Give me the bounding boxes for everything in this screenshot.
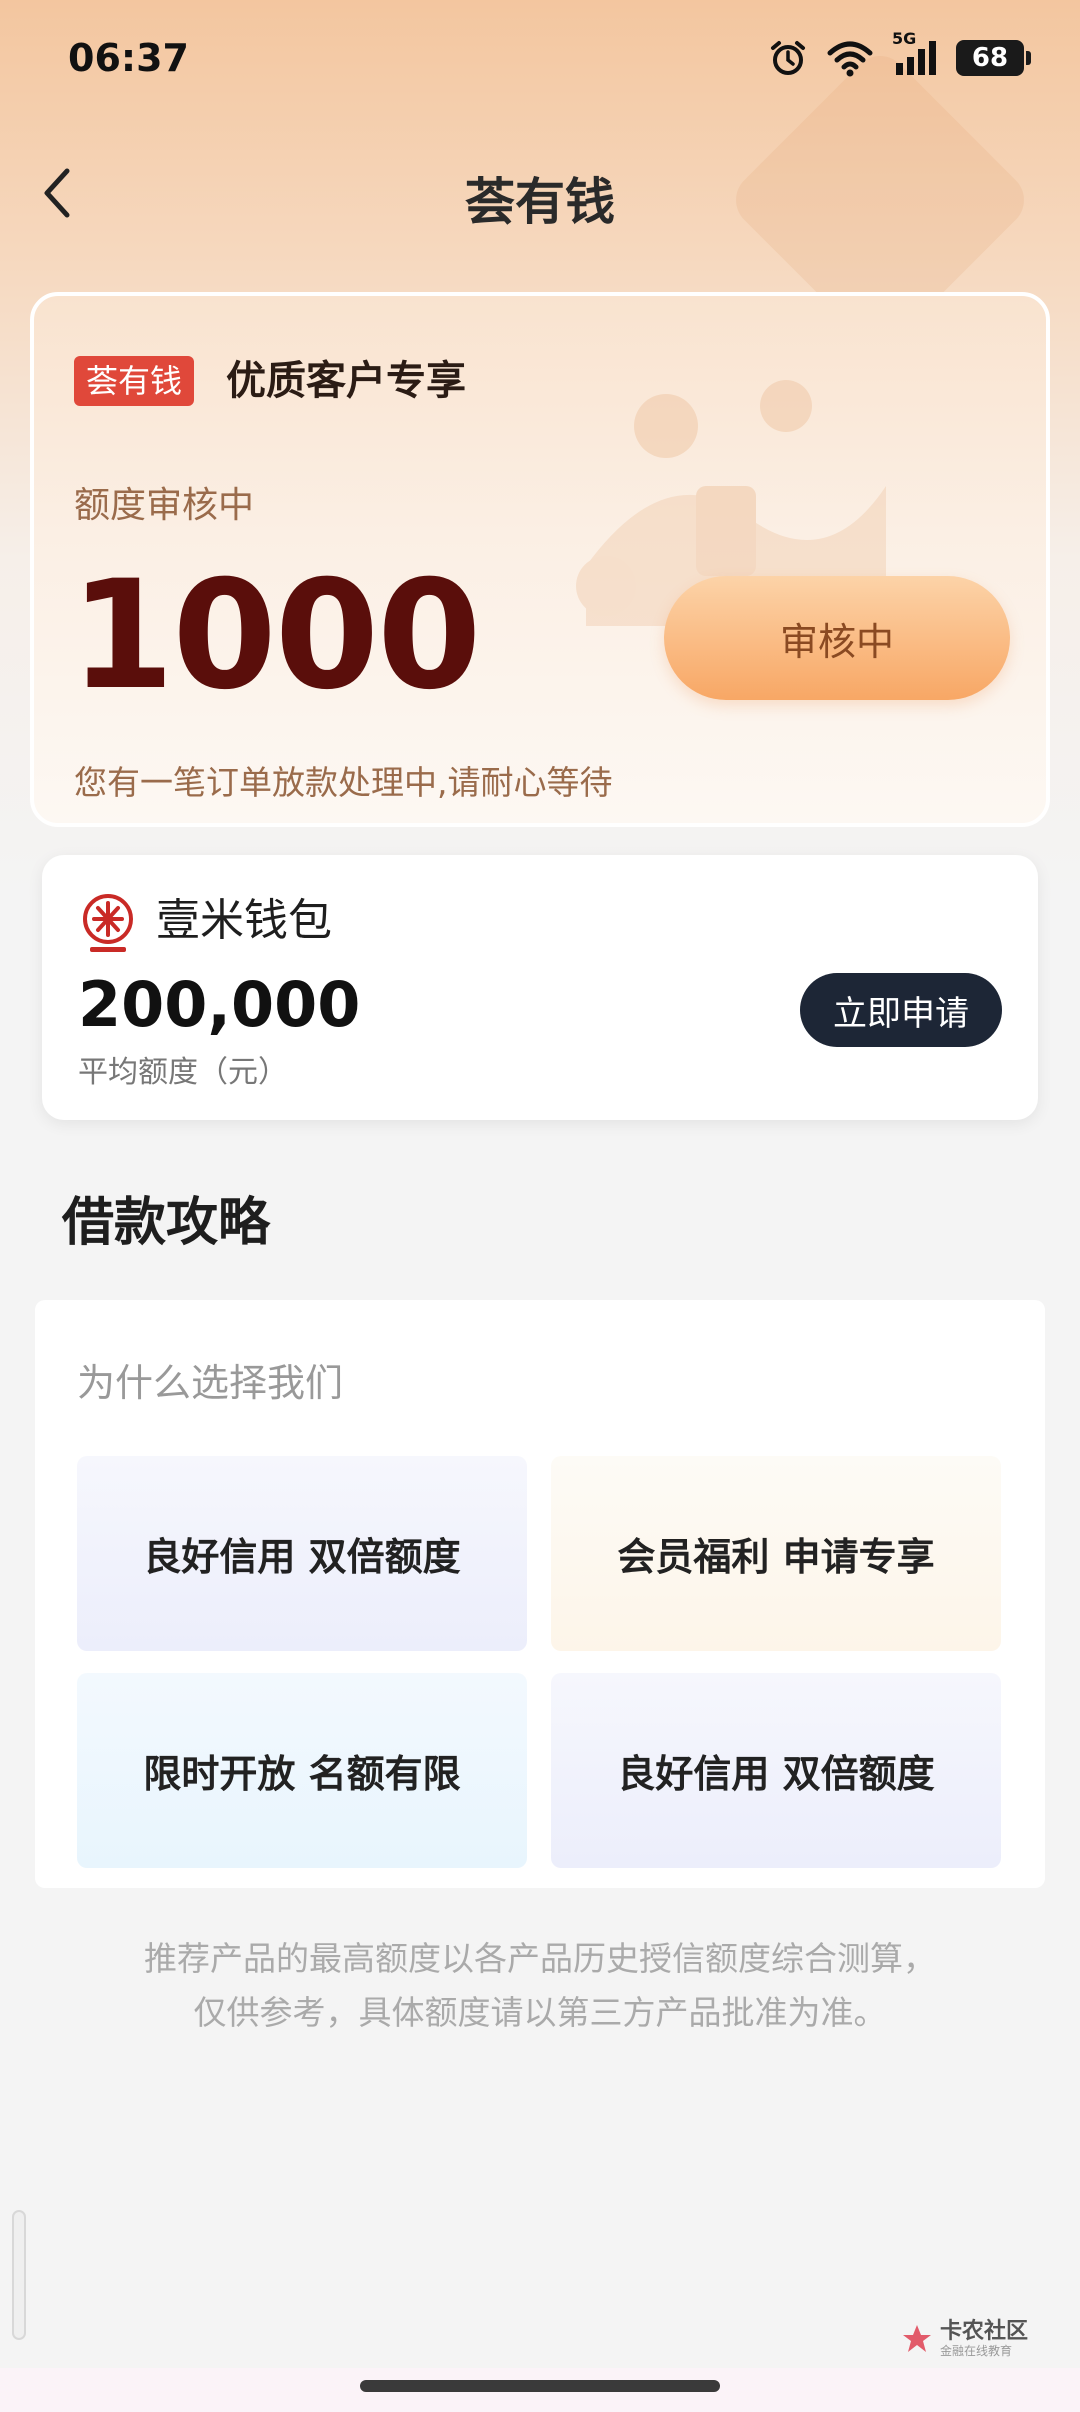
feature-card[interactable]: 会员福利 申请专享 — [551, 1456, 1001, 1651]
signal-icon: 5G — [892, 29, 938, 77]
product-name: 壹米钱包 — [156, 895, 332, 946]
product-amount-label: 平均额度（元） — [78, 1055, 288, 1090]
page-title: 荟有钱 — [465, 173, 615, 231]
watermark-logo-icon — [903, 2325, 931, 2352]
product-logo-icon — [83, 894, 133, 952]
battery-level: 68 — [971, 43, 1009, 73]
feature-card[interactable]: 良好信用 双倍额度 — [551, 1673, 1001, 1868]
status-icons: 5G 68 — [768, 29, 1031, 78]
product-amount: 200,000 — [78, 968, 361, 1041]
credit-status-label: 额度审核中 — [74, 485, 255, 526]
status-time: 06:37 — [68, 36, 189, 80]
home-indicator[interactable] — [360, 2380, 720, 2392]
feature-card[interactable]: 限时开放 名额有限 — [77, 1673, 527, 1868]
section-title: 借款攻略 — [62, 1193, 271, 1253]
wifi-icon — [826, 39, 874, 77]
disclaimer-line: 仅供参考，具体额度请以第三方产品批准为准。 — [193, 1993, 887, 2032]
edge-handle[interactable] — [12, 2210, 26, 2340]
credit-status-card: 荟有钱 优质客户专享 额度审核中 1000 审核中 您有一笔订单放款处理中,请耐… — [30, 292, 1050, 827]
credit-amount: 1000 — [70, 549, 481, 723]
feature-card[interactable]: 良好信用 双倍额度 — [77, 1456, 527, 1651]
apply-now-button[interactable]: 立即申请 — [800, 973, 1002, 1047]
pending-note: 您有一笔订单放款处理中,请耐心等待 — [74, 763, 613, 802]
product-card[interactable]: 壹米钱包 200,000 平均额度（元） 立即申请 — [42, 855, 1038, 1120]
why-title: 为什么选择我们 — [77, 1361, 344, 1405]
alarm-icon — [768, 38, 808, 78]
why-choose-panel: 为什么选择我们 良好信用 双倍额度 会员福利 申请专享 限时开放 名额有限 良好… — [35, 1300, 1045, 1888]
exclusive-label: 优质客户专享 — [226, 358, 466, 404]
watermark-main: 卡农社区 — [940, 2319, 1029, 2344]
battery-indicator: 68 — [956, 40, 1031, 76]
nav-bar: 荟有钱 — [0, 140, 1080, 250]
watermark-sub: 金融在线教育 — [940, 2344, 1013, 2358]
watermark: 卡农社区 金融在线教育 — [900, 2320, 1028, 2358]
disclaimer-line: 推荐产品的最高额度以各产品历史授信额度综合测算， — [144, 1939, 936, 1978]
status-bar: 06:37 5G 68 — [0, 0, 1080, 120]
network-type: 5G — [892, 29, 917, 48]
disclaimer: 推荐产品的最高额度以各产品历史授信额度综合测算， 仅供参考，具体额度请以第三方产… — [0, 1932, 1080, 2040]
feature-grid: 良好信用 双倍额度 会员福利 申请专享 限时开放 名额有限 良好信用 双倍额度 — [77, 1456, 1003, 1868]
brand-tag: 荟有钱 — [74, 356, 195, 406]
review-status-button[interactable]: 审核中 — [664, 576, 1010, 700]
